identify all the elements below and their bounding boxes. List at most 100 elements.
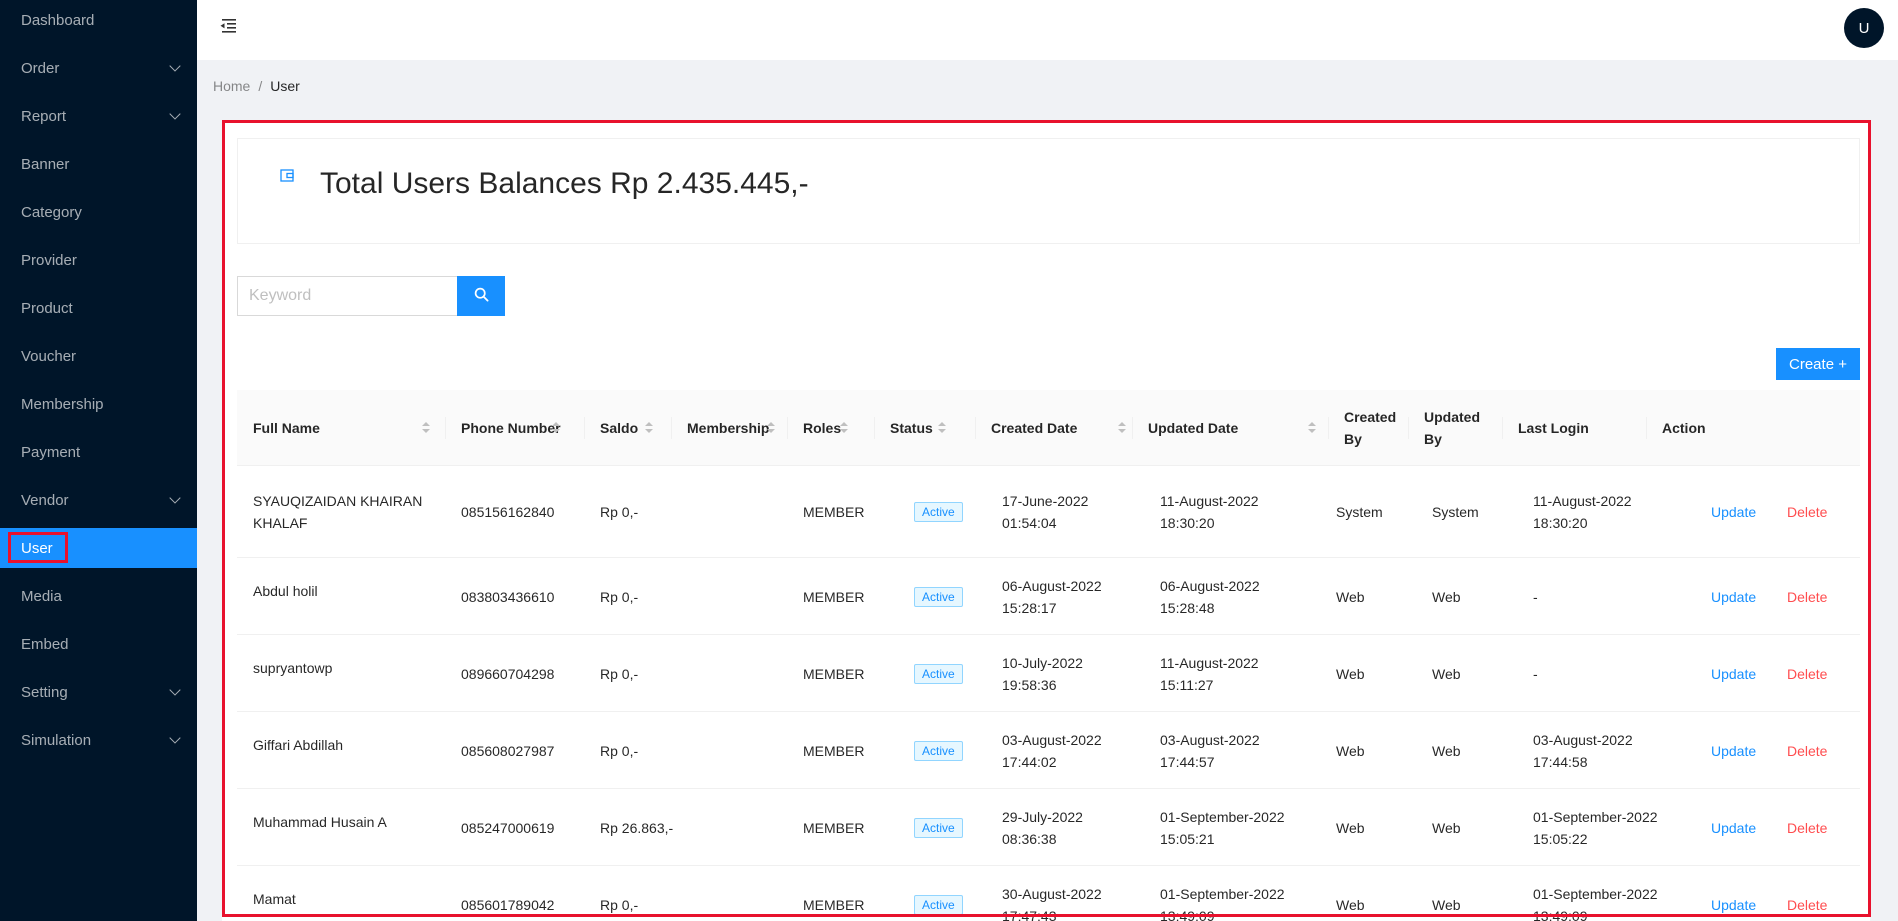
sidebar-item-setting[interactable]: Setting (0, 672, 197, 712)
sort-caret-icon[interactable] (938, 422, 946, 434)
menu-fold-icon[interactable] (219, 18, 237, 34)
updated-by-cell: Web (1432, 666, 1461, 682)
column-divider (787, 417, 788, 439)
sidebar-item-report[interactable]: Report (0, 96, 197, 136)
updated-date-cell: 03-August-2022 (1160, 732, 1260, 748)
sidebar-item-media[interactable]: Media (0, 576, 197, 616)
column-header-updated-by: Updated By (1408, 390, 1502, 466)
delete-link[interactable]: Delete (1787, 740, 1827, 762)
phone-cell: 089660704298 (461, 666, 555, 682)
column-divider (671, 417, 672, 439)
sidebar-item-label: Banner (21, 155, 70, 173)
update-link[interactable]: Update (1711, 586, 1756, 608)
column-divider (1646, 417, 1647, 439)
last-login-time-cell: 18:30:20 (1533, 515, 1588, 531)
sidebar-item-membership[interactable]: Membership (0, 384, 197, 424)
saldo-cell: Rp 0,- (600, 589, 639, 605)
sidebar-item-simulation[interactable]: Simulation (0, 720, 197, 760)
saldo-cell: Rp 0,- (600, 666, 639, 682)
created-by-cell: Web (1336, 666, 1365, 682)
created-time-cell: 01:54:04 (1002, 515, 1057, 531)
column-divider (584, 417, 585, 439)
column-header-membership[interactable]: Membership (671, 390, 787, 466)
breadcrumb-separator: / (258, 78, 263, 94)
search-input[interactable] (237, 276, 458, 316)
column-header-saldo[interactable]: Saldo (584, 390, 671, 466)
balance-card: Total Users Balances Rp 2.435.445,- (237, 138, 1860, 244)
column-header-label: Saldo (600, 420, 639, 436)
update-link[interactable]: Update (1711, 740, 1756, 762)
create-button[interactable]: Create + (1776, 348, 1860, 380)
update-link[interactable]: Update (1711, 663, 1756, 685)
sidebar-item-dashboard[interactable]: Dashboard (0, 0, 197, 40)
sidebar-item-product[interactable]: Product (0, 288, 197, 328)
saldo-cell: Rp 0,- (600, 743, 639, 759)
sidebar-item-provider[interactable]: Provider (0, 240, 197, 280)
column-header-status[interactable]: Status (874, 390, 975, 466)
created-by-cell: Web (1336, 820, 1365, 836)
user-avatar[interactable]: U (1844, 8, 1884, 48)
roles-cell: MEMBER (803, 820, 865, 836)
sidebar-item-label: Order (21, 59, 60, 77)
status-badge: Active (914, 664, 963, 684)
sidebar-item-label: Voucher (21, 347, 77, 365)
sidebar-item-vendor[interactable]: Vendor (0, 480, 197, 520)
sidebar-item-embed[interactable]: Embed (0, 624, 197, 664)
delete-link[interactable]: Delete (1787, 894, 1827, 916)
column-divider (445, 417, 446, 439)
created-date-cell: 06-August-2022 (1002, 578, 1102, 594)
sidebar-item-order[interactable]: Order (0, 48, 197, 88)
column-header-phone-number[interactable]: Phone Number (445, 390, 584, 466)
column-header-roles[interactable]: Roles (787, 390, 874, 466)
sidebar-item-category[interactable]: Category (0, 192, 197, 232)
column-header-label: Status (890, 420, 933, 436)
chevron-down-icon (169, 732, 181, 744)
full-name-cell: Abdul holil (253, 583, 318, 599)
breadcrumb-current: User (270, 78, 300, 94)
column-divider (1132, 417, 1133, 439)
column-header-label: Updated By (1424, 409, 1480, 447)
table-row: Abdul holil 083803436610 Rp 0,- MEMBER Activ… (237, 558, 1860, 635)
sort-caret-icon[interactable] (1118, 422, 1126, 434)
delete-link[interactable]: Delete (1787, 501, 1827, 523)
column-header-label: Full Name (253, 420, 320, 436)
status-badge: Active (914, 818, 963, 838)
column-header-created-date[interactable]: Created Date (975, 390, 1132, 466)
delete-link[interactable]: Delete (1787, 586, 1827, 608)
chevron-down-icon (169, 684, 181, 696)
sidebar-item-payment[interactable]: Payment (0, 432, 197, 472)
created-time-cell: 19:58:36 (1002, 677, 1057, 693)
sidebar-item-banner[interactable]: Banner (0, 144, 197, 184)
created-by-cell: Web (1336, 897, 1365, 913)
sidebar-item-label: Media (21, 587, 62, 605)
roles-cell: MEMBER (803, 897, 865, 913)
update-link[interactable]: Update (1711, 817, 1756, 839)
breadcrumb-home[interactable]: Home (213, 78, 250, 94)
updated-by-cell: Web (1432, 820, 1461, 836)
sort-caret-icon[interactable] (422, 422, 430, 434)
updated-time-cell: 18:30:20 (1160, 515, 1215, 531)
sidebar-item-user[interactable]: User (0, 528, 197, 568)
full-name-cell: SYAUQIZAIDAN KHAIRAN KHALAF (253, 493, 423, 531)
sort-caret-icon[interactable] (645, 422, 653, 434)
updated-time-cell: 17:44:57 (1160, 754, 1215, 770)
delete-link[interactable]: Delete (1787, 817, 1827, 839)
sort-caret-icon[interactable] (840, 422, 848, 434)
sort-caret-icon[interactable] (1308, 422, 1316, 434)
search-button[interactable] (457, 276, 505, 316)
status-badge: Active (914, 895, 963, 915)
last-login-date-cell: - (1533, 589, 1538, 605)
update-link[interactable]: Update (1711, 501, 1756, 523)
delete-link[interactable]: Delete (1787, 663, 1827, 685)
sidebar-item-label: Setting (21, 683, 68, 701)
sort-caret-icon[interactable] (767, 422, 775, 434)
column-header-full-name[interactable]: Full Name (237, 390, 445, 466)
sidebar-item-voucher[interactable]: Voucher (0, 336, 197, 376)
saldo-cell: Rp 0,- (600, 504, 639, 520)
column-header-updated-date[interactable]: Updated Date (1132, 390, 1328, 466)
table-row: Giffari Abdillah 085608027987 Rp 0,- MEMBER… (237, 712, 1860, 789)
update-link[interactable]: Update (1711, 894, 1756, 916)
sort-caret-icon[interactable] (552, 422, 560, 434)
table-header: Full Name Phone Number Saldo Membership Role… (237, 390, 1860, 466)
saldo-cell: Rp 0,- (600, 897, 639, 913)
